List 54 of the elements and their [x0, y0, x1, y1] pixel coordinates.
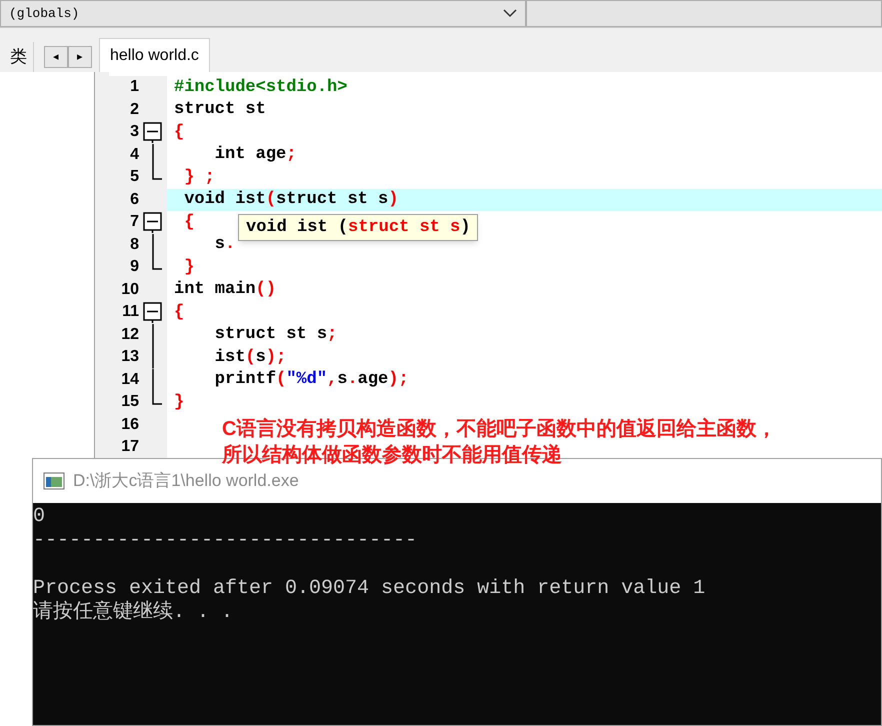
code-line: int main() — [174, 279, 276, 301]
line-number: 1 — [129, 77, 139, 98]
signature-tooltip: void ist (struct st s) — [238, 214, 478, 241]
code-line: #include<stdio.h> — [174, 76, 348, 98]
fold-end-icon — [152, 391, 162, 405]
line-number: 9 — [129, 257, 139, 278]
annotation-text: C语言没有拷贝构造函数，不能吧子函数中的值返回给主函数， — [222, 416, 776, 442]
line-number: 2 — [129, 100, 139, 120]
collapse-icon[interactable] — [143, 301, 162, 323]
line-number: 17 — [120, 437, 139, 458]
code-line: s. — [214, 234, 236, 256]
code-line: printf("%d",s.age); — [214, 369, 409, 391]
line-number: 11 — [121, 302, 139, 322]
fold-line-icon — [152, 234, 154, 256]
line-number: 14 — [120, 370, 139, 390]
console-title: D:\浙大c语言1\hello world.exe — [73, 470, 299, 492]
fold-line-icon — [152, 144, 154, 166]
annotation-text: 所以结构体做函数参数时不能用值传递 — [222, 442, 563, 468]
code-line: { — [183, 212, 194, 234]
line-number: 5 — [129, 167, 139, 188]
code-line: } — [174, 392, 184, 414]
scroll-left-button[interactable]: ◂ — [44, 46, 68, 68]
line-number: 13 — [120, 347, 139, 368]
code-line: { — [174, 302, 184, 324]
line-number: 16 — [120, 414, 139, 435]
scope-dropdown[interactable]: (globals) — [0, 0, 526, 27]
collapse-icon[interactable] — [143, 211, 162, 233]
line-number: 8 — [129, 234, 139, 255]
code-line: struct st — [174, 99, 266, 121]
line-number: 6 — [129, 190, 139, 210]
console-line: -------------------------------- — [33, 529, 418, 552]
code-line: struct st s; — [214, 324, 338, 346]
code-line: } — [183, 256, 194, 278]
console-line: Process exited after 0.09074 seconds with return value 1 — [33, 577, 706, 600]
scroll-right-button[interactable]: ▸ — [68, 46, 92, 68]
line-number: 7 — [129, 212, 139, 232]
console-line: 请按任意键继续. . . — [33, 601, 234, 624]
collapse-icon[interactable] — [143, 121, 162, 143]
line-number: 15 — [120, 392, 139, 412]
line-number: 4 — [129, 144, 139, 165]
chevron-down-icon — [503, 9, 517, 18]
line-number: 10 — [120, 280, 139, 300]
console-line: 0 — [33, 505, 46, 528]
code-line: void ist(struct st s) — [183, 189, 398, 211]
code-line: ist(s); — [214, 346, 286, 368]
console-app-icon — [43, 472, 65, 490]
fold-end-icon — [152, 256, 162, 270]
file-tab[interactable]: hello world.c — [99, 38, 210, 72]
code-line: } ; — [183, 166, 215, 188]
code-line: int age; — [214, 144, 296, 166]
fold-end-icon — [152, 166, 162, 180]
line-number: 12 — [120, 324, 139, 345]
line-number: 3 — [129, 122, 139, 142]
code-line: { — [174, 122, 184, 144]
